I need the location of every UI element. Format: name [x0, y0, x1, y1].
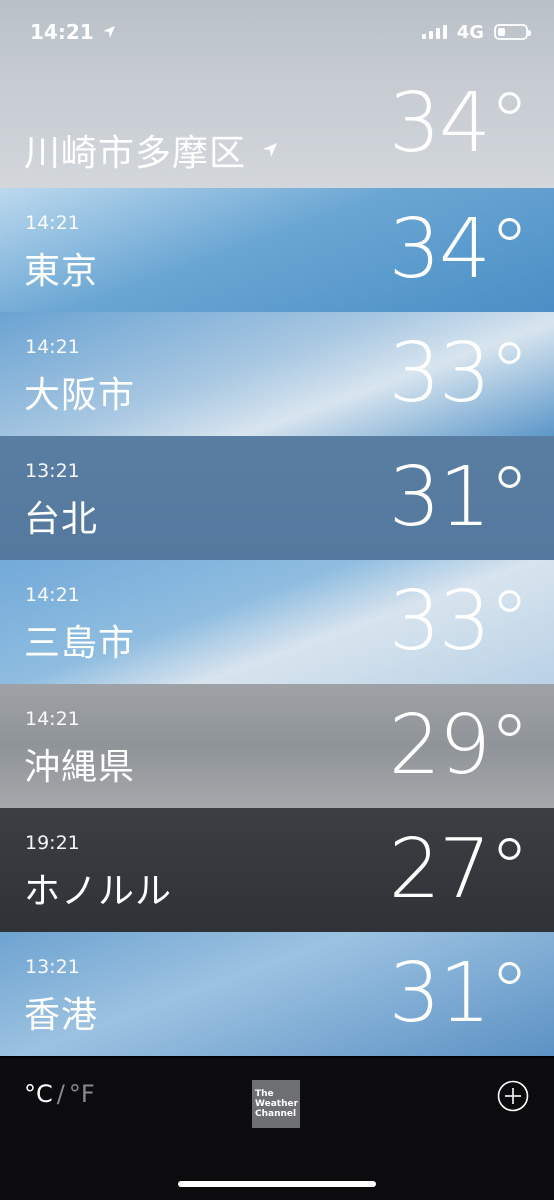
city-name-text: 沖縄県	[24, 747, 136, 788]
logo-line: Channel	[255, 1109, 297, 1119]
city-row[interactable]: 19:21 ホノルル 27°	[0, 808, 554, 932]
city-temperature: 34°	[388, 202, 530, 297]
city-row[interactable]: 14:21 大阪市 33°	[0, 312, 554, 436]
city-name: 香港	[24, 986, 98, 1038]
city-name-text: 台北	[24, 499, 99, 540]
city-row[interactable]: 14:21 三島市 33°	[0, 560, 554, 684]
city-name: 三島市	[24, 614, 135, 666]
city-name-text: 川崎市多摩区	[24, 133, 247, 174]
city-row[interactable]: 14:21 東京 34°	[0, 188, 554, 312]
city-temperature: 34°	[388, 76, 530, 171]
weather-channel-logo[interactable]: The Weather Channel	[252, 1080, 300, 1128]
city-local-time: 19:21	[25, 832, 80, 854]
city-local-time: 14:21	[25, 212, 80, 234]
city-name-text: 東京	[24, 251, 99, 292]
city-name-text: 大阪市	[24, 375, 136, 416]
bottom-toolbar: °C / °F The Weather Channel	[0, 1058, 554, 1200]
status-bar: 14:21 4G	[0, 0, 554, 64]
city-local-time: 14:21	[25, 336, 80, 358]
current-location-icon	[263, 143, 278, 157]
city-local-time: 14:21	[25, 708, 80, 730]
city-local-time: 13:21	[25, 460, 80, 482]
city-name: 東京	[24, 242, 98, 294]
weather-city-list-screen: 川崎市多摩区 34° 14:21 東京 34° 14:21 大阪市 33° 13:21 台北 31°…	[0, 0, 554, 1200]
city-row[interactable]: 13:21 台北 31°	[0, 436, 554, 560]
unit-separator: /	[56, 1080, 65, 1108]
add-city-button[interactable]	[497, 1080, 529, 1112]
city-name-text: 香港	[24, 995, 99, 1036]
city-name-text: 三島市	[24, 623, 136, 664]
network-type: 4G	[456, 21, 484, 43]
city-temperature: 27°	[388, 822, 530, 917]
battery-icon	[494, 24, 531, 40]
logo-line: Weather	[255, 1099, 299, 1109]
city-name: 川崎市多摩区	[24, 124, 278, 176]
cellular-signal-icon	[421, 25, 447, 39]
city-list: 川崎市多摩区 34° 14:21 東京 34° 14:21 大阪市 33° 13:21 台北 31°…	[0, 0, 554, 1056]
city-temperature: 29°	[388, 698, 530, 793]
logo-line: The	[255, 1089, 274, 1099]
city-row[interactable]: 14:21 沖縄県 29°	[0, 684, 554, 808]
city-temperature: 31°	[388, 450, 530, 545]
status-time: 14:21	[30, 20, 94, 44]
city-temperature: 31°	[388, 946, 530, 1041]
city-name: 台北	[24, 490, 98, 542]
city-temperature: 33°	[388, 574, 530, 669]
city-local-time: 14:21	[25, 584, 80, 606]
city-row[interactable]: 13:21 香港 31°	[0, 932, 554, 1056]
city-name-text: ホノルル	[24, 871, 173, 912]
city-name: 大阪市	[24, 366, 135, 418]
unit-toggle[interactable]: °C / °F	[24, 1080, 95, 1108]
city-name: 沖縄県	[24, 738, 135, 790]
fahrenheit-option[interactable]: °F	[69, 1080, 95, 1108]
location-arrow-icon	[102, 26, 115, 38]
city-name: ホノルル	[24, 862, 172, 914]
home-indicator[interactable]	[178, 1181, 376, 1187]
celsius-option[interactable]: °C	[24, 1080, 53, 1108]
city-local-time: 13:21	[25, 956, 80, 978]
city-temperature: 33°	[388, 326, 530, 421]
